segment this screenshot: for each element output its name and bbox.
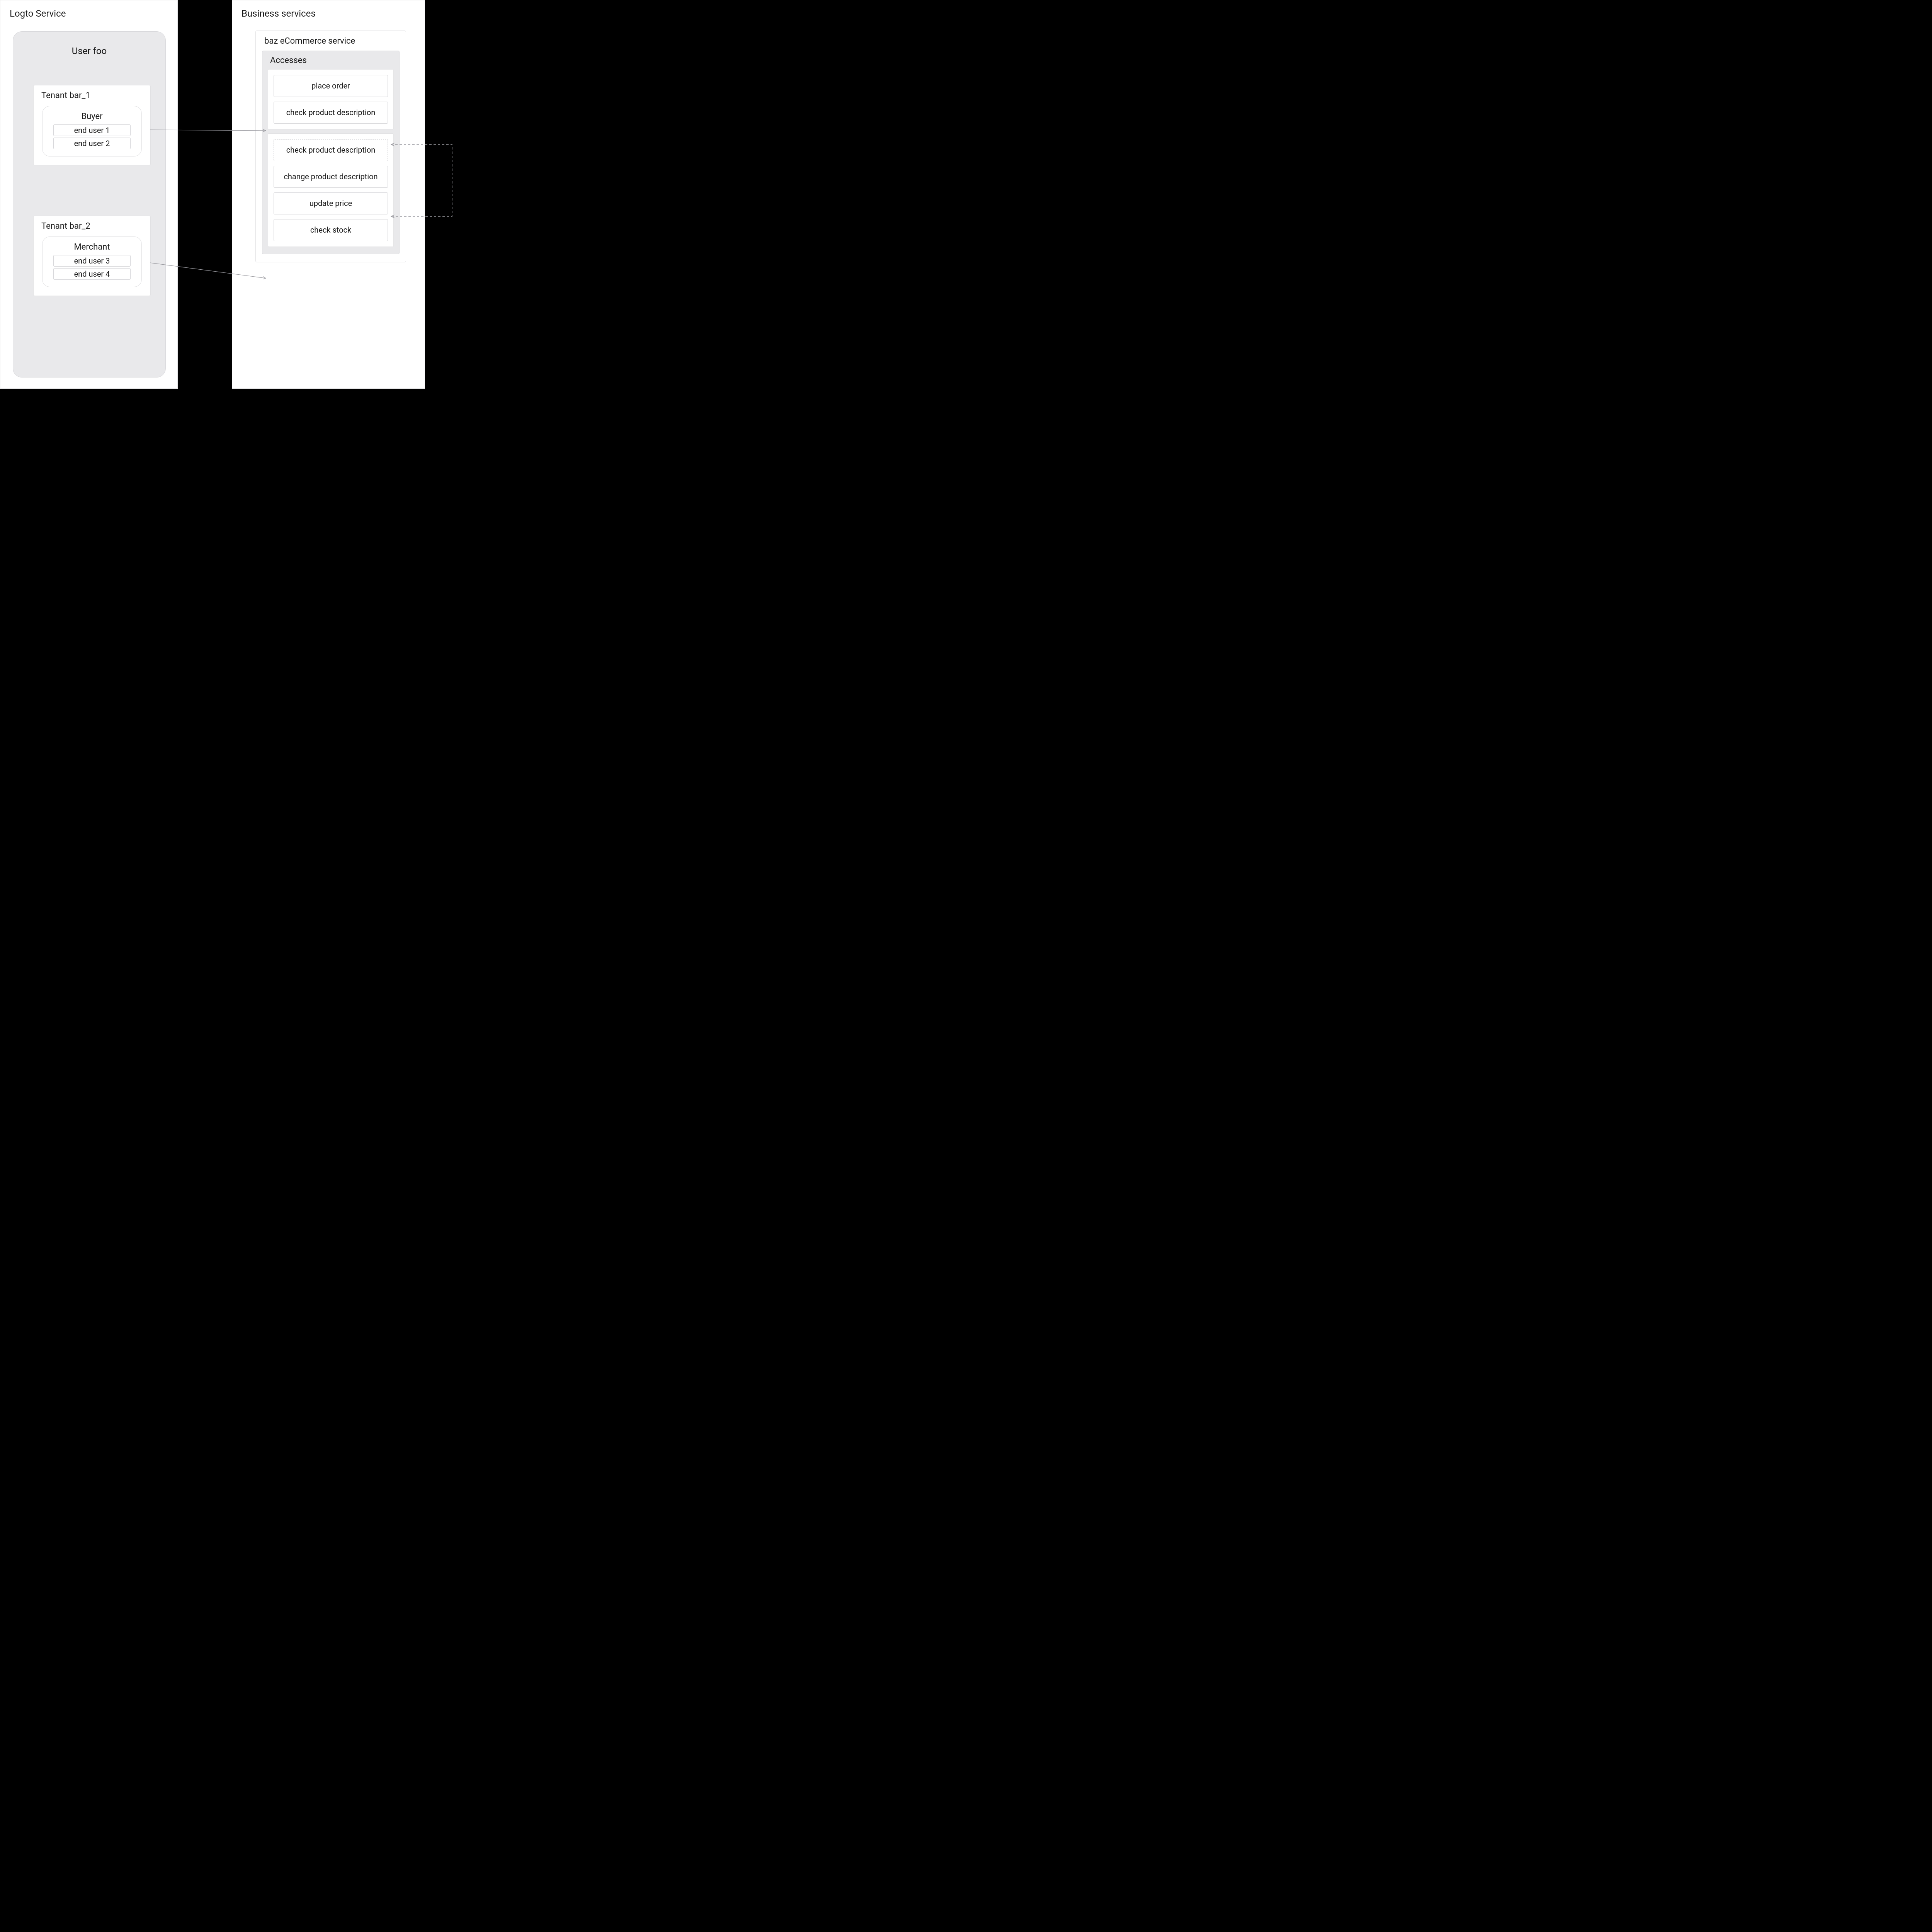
ecommerce-service-block: baz eCommerce service Accesses place ord…: [255, 31, 406, 262]
tenant-bar-2-title: Tenant bar_2: [41, 221, 144, 231]
access-update-price: update price: [274, 192, 388, 214]
business-services-title: Business services: [232, 0, 425, 19]
logto-service-panel: Logto Service User foo Tenant bar_1 Buye…: [0, 0, 178, 389]
accesses-block: Accesses place order check product descr…: [262, 51, 400, 254]
end-user-3: end user 3: [53, 255, 131, 267]
ecommerce-service-title: baz eCommerce service: [264, 36, 400, 46]
end-user-1: end user 1: [53, 124, 131, 136]
end-user-2: end user 2: [53, 138, 131, 149]
merchant-role-title: Merchant: [53, 242, 131, 252]
merchant-role: Merchant end user 3 end user 4: [42, 236, 142, 287]
access-check-product-description-buyer: check product description: [274, 102, 388, 124]
user-foo-block: User foo Tenant bar_1 Buyer end user 1 e…: [13, 31, 166, 378]
access-check-stock: check stock: [274, 219, 388, 241]
logto-service-title: Logto Service: [0, 0, 177, 19]
access-check-product-description-merchant: check product description: [274, 139, 388, 161]
accesses-title: Accesses: [270, 56, 394, 65]
buyer-role-title: Buyer: [53, 112, 131, 121]
access-change-product-description: change product description: [274, 166, 388, 188]
tenant-bar-2: Tenant bar_2 Merchant end user 3 end use…: [33, 216, 151, 296]
tenant-bar-1-title: Tenant bar_1: [41, 91, 144, 100]
buyer-role: Buyer end user 1 end user 2: [42, 106, 142, 156]
merchant-accesses-group: check product description change product…: [268, 133, 394, 247]
user-foo-title: User foo: [13, 32, 165, 56]
end-user-4: end user 4: [53, 268, 131, 280]
buyer-accesses-group: place order check product description: [268, 69, 394, 129]
access-place-order: place order: [274, 75, 388, 97]
business-services-panel: Business services baz eCommerce service …: [232, 0, 425, 389]
diagram-canvas: Logto Service User foo Tenant bar_1 Buye…: [0, 0, 464, 389]
tenant-bar-1: Tenant bar_1 Buyer end user 1 end user 2: [33, 85, 151, 165]
